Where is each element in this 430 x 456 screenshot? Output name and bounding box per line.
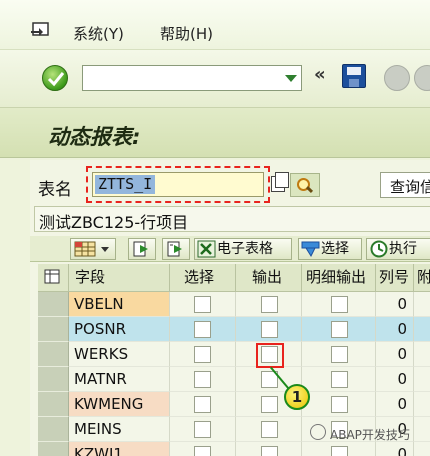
row-selector[interactable]	[38, 442, 69, 456]
header-output[interactable]: 输出	[236, 264, 302, 292]
detail-output-checkbox[interactable]	[331, 371, 348, 388]
header-extra[interactable]: 附	[414, 264, 430, 292]
header-column-no[interactable]: 列号	[376, 264, 414, 292]
back-button[interactable]	[384, 65, 410, 91]
field-cell: KZWI1	[69, 442, 170, 456]
field-cell: KWMENG	[69, 392, 170, 417]
field-cell: WERKS	[69, 342, 170, 367]
callout-marker: 1	[284, 384, 310, 410]
enter-check-button[interactable]	[42, 65, 68, 91]
select-all-icon[interactable]	[38, 264, 69, 292]
extra-cell	[414, 367, 430, 392]
watermark-text: ABAP开发技巧	[330, 428, 410, 442]
extra-cell	[414, 417, 430, 442]
detail-output-checkbox[interactable]	[331, 346, 348, 363]
extra-cell	[414, 442, 430, 456]
dropdown-arrow-icon[interactable]	[285, 75, 297, 82]
spreadsheet-button[interactable]: 电子表格	[194, 238, 292, 260]
row-selector[interactable]	[38, 317, 69, 342]
row-selector[interactable]	[38, 292, 69, 317]
output-checkbox[interactable]	[261, 296, 278, 313]
execute-button[interactable]: 执行	[366, 238, 430, 260]
header-detail-output[interactable]: 明细输出	[302, 264, 376, 292]
detail-output-checkbox[interactable]	[331, 396, 348, 413]
select-button[interactable]: 选择	[298, 238, 362, 260]
column-no-cell[interactable]: 0	[376, 367, 414, 392]
select-checkbox[interactable]	[194, 421, 211, 438]
layout-grid-icon	[74, 241, 109, 257]
select-checkbox[interactable]	[194, 321, 211, 338]
detail-button[interactable]	[128, 238, 156, 260]
highlight-box-table-input	[86, 166, 270, 203]
page-title: 动态报表:	[48, 125, 141, 149]
header-field[interactable]: 字段	[69, 264, 170, 292]
table-name-label: 表名	[38, 180, 72, 200]
find-icon[interactable]	[290, 173, 320, 197]
save-icon[interactable]	[342, 64, 366, 88]
row-selector[interactable]	[38, 342, 69, 367]
copy-icon[interactable]	[271, 172, 289, 192]
excel-icon	[197, 240, 216, 258]
detail-icon	[133, 241, 148, 257]
command-field[interactable]	[82, 65, 302, 91]
select-checkbox[interactable]	[194, 446, 211, 456]
row-selector[interactable]	[38, 367, 69, 392]
column-no-cell[interactable]: 0	[376, 292, 414, 317]
row-selector[interactable]	[38, 417, 69, 442]
back-arrows-icon[interactable]: «	[314, 64, 326, 85]
field-cell: MATNR	[69, 367, 170, 392]
extra-cell	[414, 392, 430, 417]
app-menu-icon[interactable]	[30, 22, 52, 40]
row-selector[interactable]	[38, 392, 69, 417]
detail-output-checkbox[interactable]	[331, 321, 348, 338]
header-select[interactable]: 选择	[170, 264, 236, 292]
detail-output-checkbox[interactable]	[331, 296, 348, 313]
column-no-cell[interactable]: 0	[376, 317, 414, 342]
extra-cell	[414, 342, 430, 367]
table-description: 测试ZBC125-行项目	[34, 206, 430, 232]
select-checkbox[interactable]	[194, 346, 211, 363]
select-checkbox[interactable]	[194, 371, 211, 388]
exit-button[interactable]	[414, 65, 430, 91]
column-no-cell[interactable]: 0	[376, 342, 414, 367]
field-cell: VBELN	[69, 292, 170, 317]
output-checkbox[interactable]	[261, 446, 278, 456]
wechat-icon	[310, 424, 326, 440]
detail-output-checkbox[interactable]	[331, 446, 348, 456]
highlight-box-output-checkbox	[256, 343, 284, 368]
extra-cell	[414, 317, 430, 342]
check-icon	[47, 72, 65, 87]
preview-icon	[167, 241, 182, 257]
column-no-cell[interactable]: 0	[376, 442, 414, 456]
query-button[interactable]: 查询信	[380, 172, 430, 198]
column-no-cell[interactable]: 0	[376, 392, 414, 417]
output-checkbox[interactable]	[261, 396, 278, 413]
output-checkbox[interactable]	[261, 421, 278, 438]
output-checkbox[interactable]	[261, 321, 278, 338]
standard-toolbar: «	[0, 50, 430, 108]
select-checkbox[interactable]	[194, 396, 211, 413]
title-bar: 动态报表:	[0, 108, 430, 158]
select-checkbox[interactable]	[194, 296, 211, 313]
menu-system[interactable]: 系统(Y)	[73, 23, 124, 44]
layout-button[interactable]	[70, 238, 116, 260]
print-preview-button[interactable]	[162, 238, 190, 260]
field-cell: POSNR	[69, 317, 170, 342]
extra-cell	[414, 292, 430, 317]
field-cell: MEINS	[69, 417, 170, 442]
menu-help[interactable]: 帮助(H)	[160, 23, 213, 44]
filter-icon	[301, 241, 320, 258]
execute-clock-icon	[370, 240, 388, 258]
menu-bar: 系统(Y) 帮助(H)	[0, 0, 430, 50]
